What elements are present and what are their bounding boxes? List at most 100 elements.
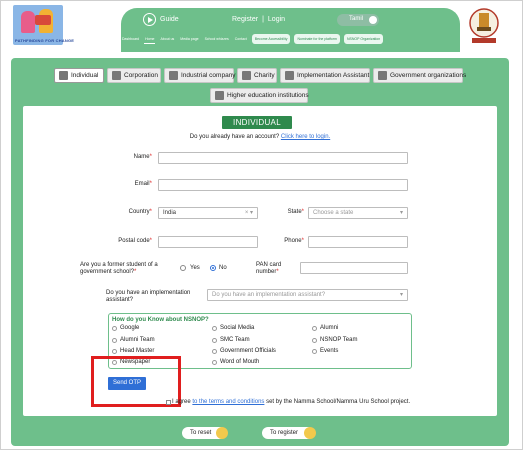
nav-button-nominate[interactable]: Nominate for the platform: [294, 34, 340, 44]
phone-input[interactable]: [308, 236, 408, 248]
option-nsnop-team-radio[interactable]: [312, 338, 317, 343]
register-button[interactable]: To register: [262, 427, 316, 439]
option-government-officials: Government Officials: [220, 348, 276, 354]
nav-button-organization[interactable]: NSNOP Organization: [343, 34, 384, 44]
impl-placeholder: Do you have an implementation assistant?: [212, 292, 326, 298]
agree-checkbox[interactable]: [166, 400, 171, 405]
form-title: INDIVIDUAL: [222, 116, 292, 129]
option-smc-team-radio[interactable]: [212, 338, 217, 343]
former-student-yes-radio[interactable]: [180, 265, 186, 271]
email-input[interactable]: [158, 179, 408, 191]
chevron-down-icon: ▾: [399, 210, 403, 216]
tab-label: Implementation Assistant: [297, 72, 370, 79]
guide-label: Guide: [160, 16, 179, 23]
state-placeholder: Choose a state: [313, 210, 354, 216]
phone-label: Phone*: [284, 238, 304, 244]
option-alumni-team: Alumni Team: [120, 337, 155, 343]
toggle-knob: [369, 16, 377, 24]
state-label: State*: [287, 209, 304, 215]
tab-individual[interactable]: Individual: [54, 68, 104, 83]
login-prompt-text: Do you already have an account?: [189, 134, 280, 140]
logo-tagline: PATHFINDING FOR CHANGE: [15, 38, 75, 43]
agree-prefix: I agree: [172, 399, 191, 405]
person-icon: [59, 71, 68, 80]
reset-label: To reset: [190, 430, 212, 436]
tab-label: Individual: [71, 72, 99, 79]
terms-link[interactable]: to the terms and conditions: [192, 399, 264, 405]
country-value: India: [163, 210, 177, 216]
register-label: To register: [270, 430, 299, 436]
country-label: Country*: [128, 209, 152, 215]
nav-schools[interactable]: School whizzes: [204, 34, 230, 44]
option-social-media: Social Media: [220, 325, 255, 331]
option-events: Events: [320, 348, 339, 354]
state-label-text: State: [287, 209, 302, 215]
main-nav: Dashboard Home About us Media page Schoo…: [121, 34, 384, 44]
nav-dashboard[interactable]: Dashboard: [121, 34, 140, 44]
name-label: Name*: [133, 154, 152, 160]
option-government-officials-radio[interactable]: [212, 349, 217, 354]
impl-select[interactable]: Do you have an implementation assistant?…: [207, 289, 408, 301]
arrow-icon: [304, 427, 316, 439]
auth-links: Register | Login: [232, 16, 285, 23]
option-social-media-radio[interactable]: [212, 326, 217, 331]
logo-badge: [35, 15, 51, 25]
language-toggle[interactable]: Tamil: [337, 14, 379, 26]
postal-label: Postal code*: [118, 238, 152, 244]
email-label: Email*: [134, 181, 152, 187]
yes-label: Yes: [190, 265, 200, 271]
tab-charity[interactable]: Charity: [237, 68, 277, 83]
country-label-text: Country: [128, 209, 150, 215]
agree-suffix: set by the Namma School/Namma Uru School…: [266, 399, 411, 405]
option-google-radio[interactable]: [112, 326, 117, 331]
option-nsnop-team: NSNOP Team: [320, 337, 358, 343]
nav-about[interactable]: About us: [159, 34, 175, 44]
option-alumni-team-radio[interactable]: [112, 338, 117, 343]
register-link[interactable]: Register: [232, 16, 258, 23]
nav-home[interactable]: Home: [144, 34, 156, 44]
state-select[interactable]: Choose a state ▾: [308, 207, 408, 219]
charity-icon: [242, 71, 251, 80]
tab-government-organizations[interactable]: Government organizations: [373, 68, 467, 83]
former-student-text: Are you a former student of a government…: [80, 262, 158, 275]
tab-label: Charity: [254, 72, 275, 79]
tab-label: Corporation: [124, 72, 158, 79]
postal-input[interactable]: [158, 236, 258, 248]
option-alumni-radio[interactable]: [312, 326, 317, 331]
site-header: PATHFINDING FOR CHANGE Guide Register | …: [1, 1, 522, 52]
separator: |: [262, 16, 264, 23]
guide-link[interactable]: Guide: [143, 13, 179, 26]
email-label-text: Email: [134, 181, 150, 187]
option-events-radio[interactable]: [312, 349, 317, 354]
tab-industrial-company[interactable]: Industrial company: [164, 68, 236, 83]
tab-label: Higher education institutions: [227, 92, 309, 99]
name-input[interactable]: [158, 152, 408, 164]
nav-media[interactable]: Media page: [179, 34, 199, 44]
country-select[interactable]: India × ▾: [158, 207, 258, 219]
building-icon: [112, 71, 121, 80]
option-word-of-mouth: Word of Mouth: [220, 359, 260, 365]
former-student-no-radio[interactable]: [210, 265, 216, 271]
school-icon: [215, 91, 224, 100]
login-link-inline[interactable]: Click here to login.: [281, 134, 330, 140]
login-prompt: Do you already have an account? Click he…: [11, 134, 509, 140]
option-word-of-mouth-radio[interactable]: [212, 360, 217, 365]
factory-icon: [169, 71, 178, 80]
tab-implementation-assistant[interactable]: Implementation Assistant: [280, 68, 370, 83]
option-head-master-radio[interactable]: [112, 349, 117, 354]
pan-input[interactable]: [300, 262, 408, 274]
option-alumni: Alumni: [320, 325, 339, 331]
tab-corporation[interactable]: Corporation: [107, 68, 161, 83]
reset-button[interactable]: To reset: [182, 427, 228, 439]
tab-higher-education[interactable]: Higher education institutions: [210, 88, 309, 103]
nav-button-accessibility[interactable]: Become Accessibility: [251, 34, 291, 44]
emblem-icon: [378, 71, 387, 80]
nav-contact[interactable]: Contact: [234, 34, 248, 44]
nsnop-question: How do you Know about NSNOP?: [112, 317, 209, 323]
phone-label-text: Phone: [284, 238, 302, 244]
clear-chevron-icon[interactable]: × ▾: [245, 208, 253, 218]
tab-label: Government organizations: [390, 72, 467, 79]
option-google: Google: [120, 325, 140, 331]
login-link[interactable]: Login: [268, 16, 285, 23]
postal-label-text: Postal code: [118, 238, 150, 244]
